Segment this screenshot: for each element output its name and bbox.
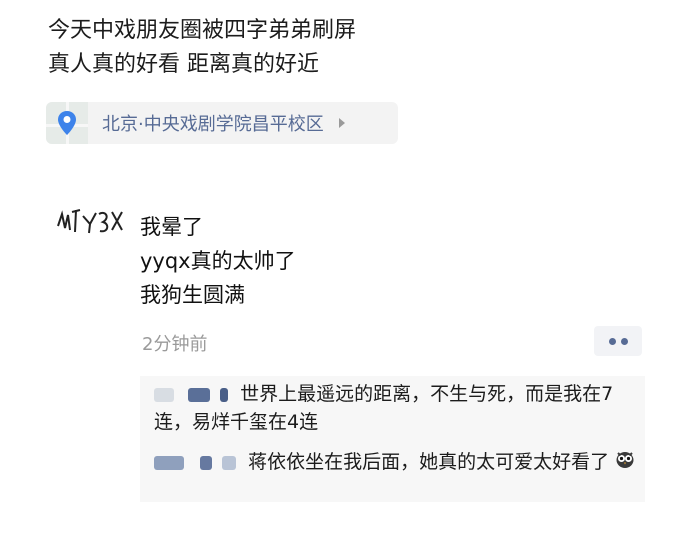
blurred-username	[220, 387, 229, 402]
location-label[interactable]: 北京·中央戏剧学院昌平校区	[102, 110, 324, 136]
dot	[620, 337, 628, 345]
blurred-username	[188, 387, 211, 402]
location-tag[interactable]: 北京·中央戏剧学院昌平校区	[46, 102, 398, 144]
more-dots-icon[interactable]	[594, 326, 642, 356]
location-pin-icon	[46, 102, 88, 144]
reply-text: 蒋依依坐在我后面，她真的太可爱太好看了	[248, 451, 610, 473]
blurred-username	[200, 455, 213, 470]
comment-line-1: 我晕了	[140, 215, 203, 239]
comment-line-3: 我狗生圆满	[140, 283, 245, 307]
chevron-right-icon	[338, 114, 346, 133]
reply-item[interactable]: 世界上最遥远的距离，不生与死，而是我在7连，易烊千玺在4连	[154, 380, 639, 436]
comment-line-2: yyqx真的太帅了	[140, 249, 296, 273]
post-content: 今天中戏朋友圈被四字弟弟刷屏 真人真的好看 距离真的好近	[48, 14, 356, 82]
owl-emoji-icon	[615, 449, 635, 477]
reply-item[interactable]: 蒋依依坐在我后面，她真的太可爱太好看了	[154, 448, 639, 477]
blurred-username	[154, 387, 174, 402]
blurred-username	[222, 455, 237, 470]
post-line-1: 今天中戏朋友圈被四字弟弟刷屏	[48, 18, 357, 43]
post-line-2: 真人真的好看 距离真的好近	[48, 52, 319, 77]
handwritten-avatar-icon[interactable]	[56, 206, 124, 236]
reply-list: 世界上最遥远的距离，不生与死，而是我在7连，易烊千玺在4连 蒋依依坐在我后面，她…	[140, 376, 645, 502]
comment-text: 我晕了 yyqx真的太帅了 我狗生圆满	[140, 210, 296, 312]
blurred-username	[154, 455, 184, 470]
timestamp: 2分钟前	[142, 334, 208, 355]
dot	[608, 337, 616, 345]
